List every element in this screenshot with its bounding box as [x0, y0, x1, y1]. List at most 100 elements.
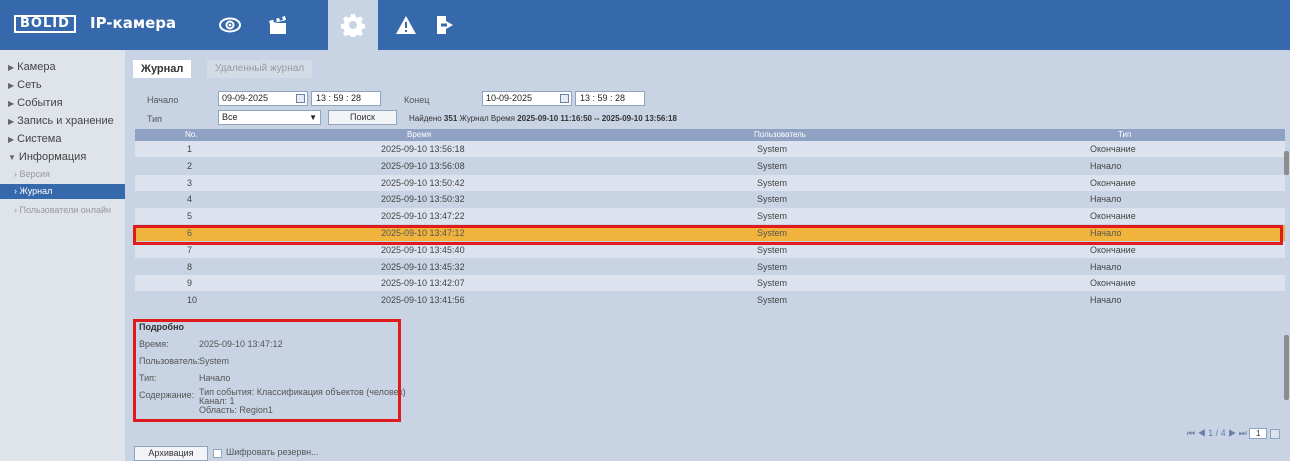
end-label: Конец	[404, 95, 430, 105]
brand-logo: BOLID	[14, 15, 76, 33]
sidebar-subitem-version[interactable]: › Версия	[0, 167, 125, 182]
row-time-cell: 2025-09-10 13:41:56	[381, 295, 465, 306]
pagination: ⏮ ◀ 1 / 4 ▶ ⏭ 1	[1187, 428, 1280, 440]
row-no-cell: 2	[187, 160, 193, 171]
row-user-cell: System	[757, 160, 788, 171]
expand-icon: ▶	[8, 99, 15, 108]
table-row[interactable]: 8 2025-09-10 13:45:32 System Начало	[135, 258, 1285, 275]
encrypt-label: Шифровать резервн...	[226, 447, 319, 457]
sidebar-item-information[interactable]: ▼ Информация	[0, 149, 125, 165]
table-row[interactable]: 3 2025-09-10 13:50:42 System Окончание	[135, 174, 1285, 191]
row-no-cell: 3	[187, 177, 193, 188]
type-select[interactable]: Все ▼	[218, 110, 321, 125]
sidebar-item-system[interactable]: ▶ Система	[0, 131, 125, 147]
row-type-cell: Начало	[1090, 194, 1122, 205]
row-type-cell: Начало	[1090, 261, 1122, 272]
start-label: Начало	[147, 95, 179, 105]
table-row[interactable]: 10 2025-09-10 13:41:56 System Начало	[135, 292, 1285, 309]
column-header-type: Тип	[1118, 130, 1132, 139]
row-user-cell: System	[757, 177, 788, 188]
start-time-input[interactable]: 13 : 59 : 28	[311, 91, 381, 106]
row-time-cell: 2025-09-10 13:50:32	[381, 194, 465, 205]
column-header-time: Время	[407, 130, 432, 139]
playback-icon[interactable]	[256, 0, 300, 50]
row-type-cell: Начало	[1090, 295, 1122, 306]
sidebar-item-events[interactable]: ▶ События	[0, 95, 125, 111]
tab-log[interactable]: Журнал	[133, 60, 192, 78]
detail-scrollbar[interactable]	[1282, 320, 1290, 420]
detail-highlight	[133, 319, 401, 422]
expand-icon: ▶	[8, 81, 15, 90]
row-user-cell: System	[757, 194, 788, 205]
row-no-cell: 9	[187, 278, 193, 289]
row-time-cell: 2025-09-10 13:47:22	[381, 211, 465, 222]
row-time-cell: 2025-09-10 13:50:42	[381, 177, 465, 188]
column-header-user: Пользователь	[754, 130, 806, 139]
row-type-cell: Окончание	[1090, 177, 1136, 188]
chevron-down-icon: ▼	[309, 113, 317, 122]
last-page-icon[interactable]: ⏭	[1239, 428, 1247, 438]
table-header: No. Время Пользователь Тип	[135, 129, 1285, 141]
logout-icon[interactable]	[423, 0, 467, 50]
row-no-cell: 1	[187, 144, 193, 154]
row-user-cell: System	[757, 261, 788, 272]
page-indicator: 1 / 4	[1208, 428, 1226, 438]
sidebar-item-storage[interactable]: ▶ Запись и хранение	[0, 113, 125, 129]
sidebar-subitem-log[interactable]: › Журнал	[0, 184, 125, 199]
table-row[interactable]: 4 2025-09-10 13:50:32 System Начало	[135, 191, 1285, 208]
row-no-cell: 8	[187, 261, 193, 272]
sidebar-subitem-online-users[interactable]: › Пользователи онлайн	[0, 203, 125, 218]
calendar-icon[interactable]	[296, 94, 305, 103]
end-time-input[interactable]: 13 : 59 : 28	[575, 91, 645, 106]
type-label: Тип	[147, 114, 163, 124]
tab-remote-log[interactable]: Удаленный журнал	[207, 60, 313, 78]
archive-button[interactable]: Архивация	[134, 446, 208, 461]
start-date-input[interactable]: 09-09-2025	[218, 91, 308, 106]
row-time-cell: 2025-09-10 13:45:32	[381, 261, 465, 272]
sidebar-item-camera[interactable]: ▶ Камера	[0, 59, 125, 75]
sidebar-item-network[interactable]: ▶ Сеть	[0, 77, 125, 93]
table-row[interactable]: 2 2025-09-10 13:56:08 System Начало	[135, 157, 1285, 174]
expand-icon: ▶	[8, 63, 15, 72]
row-time-cell: 2025-09-10 13:42:07	[381, 278, 465, 289]
row-no-cell: 4	[187, 194, 193, 205]
row-time-cell: 2025-09-10 13:56:08	[381, 160, 465, 171]
row-time-cell: 2025-09-10 13:56:18	[381, 144, 465, 154]
page-input[interactable]: 1	[1249, 428, 1268, 440]
row-type-cell: Начало	[1090, 160, 1122, 171]
row-type-cell: Окончание	[1090, 144, 1136, 154]
column-header-no: No.	[185, 130, 198, 139]
first-page-icon[interactable]: ⏮	[1187, 428, 1195, 438]
table-row[interactable]: 9 2025-09-10 13:42:07 System Окончание	[135, 275, 1285, 292]
row-no-cell: 10	[187, 295, 198, 306]
alarm-icon[interactable]	[384, 0, 428, 50]
sidebar: ▶ Камера ▶ Сеть ▶ События ▶ Запись и хранени…	[0, 50, 125, 461]
go-page-icon[interactable]	[1269, 428, 1280, 439]
calendar-icon[interactable]	[560, 94, 569, 103]
selected-row-highlight	[133, 225, 1283, 245]
encrypt-checkbox[interactable]	[213, 449, 222, 458]
search-summary: Найдено 351 Журнал Время 2025-09-10 11:1…	[409, 114, 677, 123]
product-title: IP-камера	[90, 14, 177, 32]
expand-icon: ▶	[8, 135, 15, 144]
row-type-cell: Окончание	[1090, 211, 1136, 222]
row-user-cell: System	[757, 211, 788, 222]
search-button[interactable]: Поиск	[328, 110, 397, 125]
expand-icon: ▶	[8, 117, 15, 126]
scrollbar-thumb[interactable]	[1284, 335, 1289, 400]
top-bar: BOLID IP-камера	[0, 0, 1290, 50]
row-user-cell: System	[757, 295, 788, 306]
prev-page-icon[interactable]: ◀	[1198, 428, 1206, 438]
row-user-cell: System	[757, 278, 788, 289]
collapse-icon: ▼	[8, 153, 16, 162]
scrollbar-thumb[interactable]	[1284, 151, 1289, 175]
next-page-icon[interactable]: ▶	[1228, 428, 1236, 438]
table-row[interactable]: 5 2025-09-10 13:47:22 System Окончание	[135, 208, 1285, 225]
row-no-cell: 5	[187, 211, 193, 222]
end-date-input[interactable]: 10-09-2025	[482, 91, 572, 106]
settings-icon[interactable]	[328, 0, 378, 50]
live-view-icon[interactable]	[208, 0, 252, 50]
row-type-cell: Окончание	[1090, 278, 1136, 289]
table-row[interactable]: 1 2025-09-10 13:56:18 System Окончание	[135, 141, 1285, 157]
table-scrollbar[interactable]	[1282, 141, 1290, 311]
